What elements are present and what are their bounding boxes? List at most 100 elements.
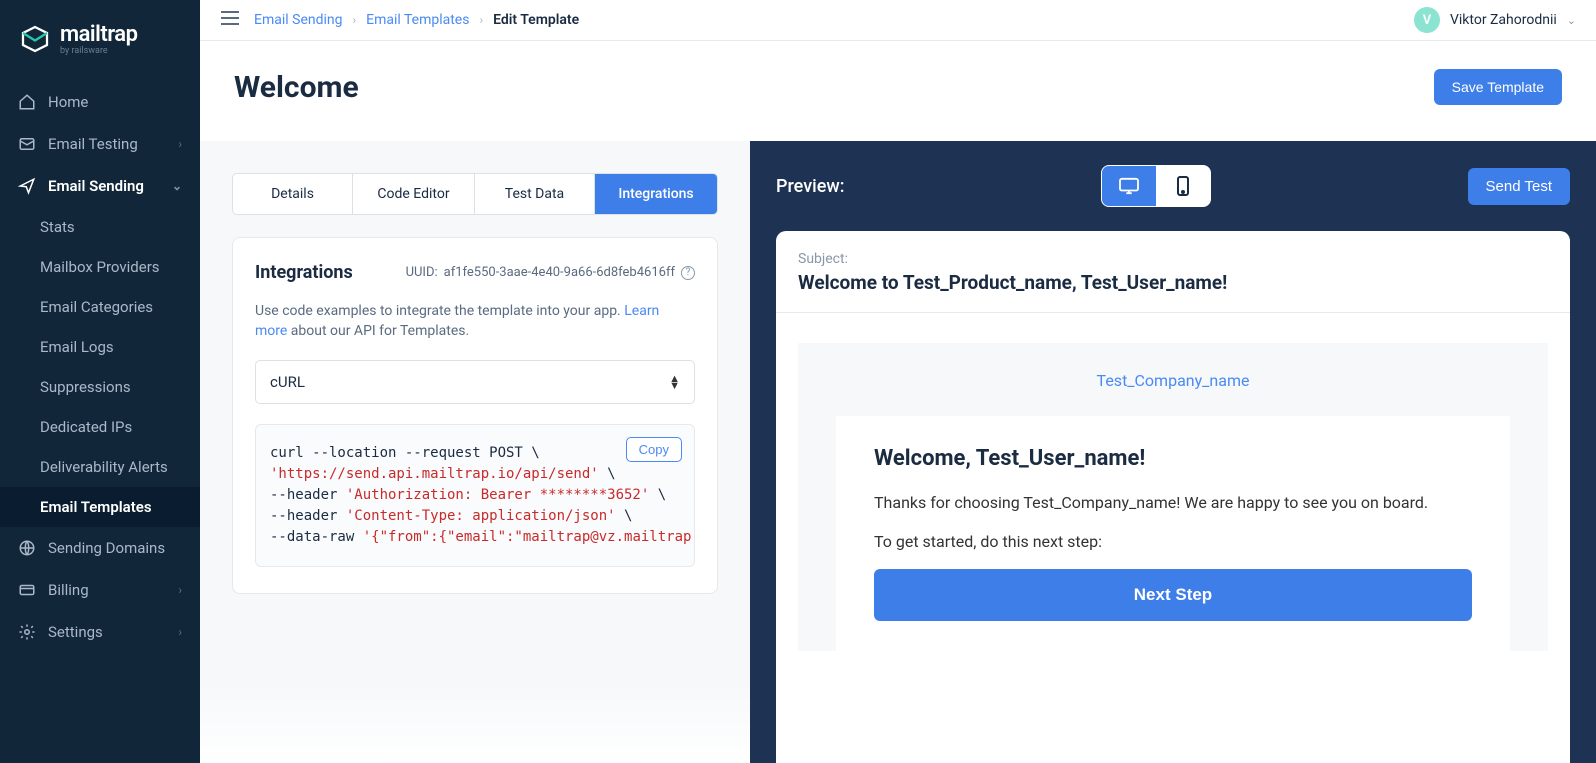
breadcrumb-email-templates[interactable]: Email Templates	[366, 12, 469, 28]
nav-sub-suppressions[interactable]: Suppressions	[0, 367, 200, 407]
device-toggle	[1101, 165, 1211, 207]
send-test-button[interactable]: Send Test	[1468, 168, 1570, 205]
chevron-down-icon: ⌄	[1567, 14, 1576, 27]
gear-icon	[18, 623, 36, 641]
save-template-button[interactable]: Save Template	[1434, 69, 1562, 105]
email-company-name: Test_Company_name	[798, 371, 1548, 416]
nav-sub-email-logs[interactable]: Email Logs	[0, 327, 200, 367]
nav-email-testing[interactable]: Email Testing ›	[0, 123, 200, 165]
chevron-right-icon: ›	[178, 137, 182, 151]
select-arrows-icon: ▲▼	[669, 375, 680, 389]
nav-sub-email-categories[interactable]: Email Categories	[0, 287, 200, 327]
chevron-right-icon: ›	[178, 583, 182, 597]
uuid-value: af1fe550-3aae-4e40-9a66-6d8feb4616ff	[444, 265, 675, 280]
menu-toggle-icon[interactable]	[220, 10, 240, 30]
nav-billing[interactable]: Billing ›	[0, 569, 200, 611]
user-name: Viktor Zahorodnii	[1450, 12, 1557, 28]
uuid-label: UUID:	[406, 265, 438, 280]
integrations-heading: Integrations	[255, 262, 353, 283]
code-line: --header	[270, 487, 346, 503]
globe-icon	[18, 539, 36, 557]
nav-sub-stats[interactable]: Stats	[0, 207, 200, 247]
breadcrumbs: Email Sending › Email Templates › Edit T…	[254, 12, 579, 28]
editor-pane: Details Code Editor Test Data Integratio…	[200, 141, 750, 763]
integrations-description: Use code examples to integrate the templ…	[255, 301, 695, 342]
page-title: Welcome	[234, 70, 359, 105]
nav-sub-dedicated-ips[interactable]: Dedicated IPs	[0, 407, 200, 447]
code-string: 'https://send.api.mailtrap.io/api/send'	[270, 466, 599, 482]
email-body: Test_Company_name Welcome, Test_User_nam…	[776, 313, 1570, 651]
nav-email-testing-label: Email Testing	[48, 135, 138, 153]
code-line: --data-raw	[270, 529, 363, 545]
sidebar: mailtrap by railsware Home Email Testing…	[0, 0, 200, 763]
code-line: \	[599, 466, 616, 482]
nav-home[interactable]: Home	[0, 81, 200, 123]
code-line: \	[616, 508, 633, 524]
chevron-down-icon: ⌄	[172, 179, 182, 193]
nav-sub-deliverability-alerts[interactable]: Deliverability Alerts	[0, 447, 200, 487]
integrations-card: Integrations UUID: af1fe550-3aae-4e40-9a…	[232, 237, 718, 594]
code-example[interactable]: Copy curl --location --request POST \ 'ht…	[255, 424, 695, 567]
brand-logo[interactable]: mailtrap by railsware	[0, 0, 200, 81]
code-line: curl --location --request POST \	[270, 445, 540, 461]
nav-settings-label: Settings	[48, 623, 103, 641]
nav-email-sending[interactable]: Email Sending ⌄	[0, 165, 200, 207]
select-value: cURL	[270, 373, 305, 391]
email-paragraph: Thanks for choosing Test_Company_name! W…	[874, 491, 1472, 516]
breadcrumb-current: Edit Template	[493, 12, 579, 28]
user-menu[interactable]: V Viktor Zahorodnii ⌄	[1414, 7, 1576, 33]
nav-sub-email-templates[interactable]: Email Templates	[0, 487, 200, 527]
nav-home-label: Home	[48, 93, 88, 111]
mailtrap-logo-icon	[20, 24, 50, 54]
email-inner: Test_Company_name Welcome, Test_User_nam…	[798, 343, 1548, 651]
breadcrumb-sep: ›	[479, 13, 483, 27]
avatar: V	[1414, 7, 1440, 33]
tabs: Details Code Editor Test Data Integratio…	[232, 173, 718, 215]
sidebar-nav: Home Email Testing › Email Sending ⌄ Sta…	[0, 81, 200, 763]
subject-text: Welcome to Test_Product_name, Test_User_…	[798, 271, 1227, 294]
tab-code-editor[interactable]: Code Editor	[353, 174, 475, 214]
nav-sending-domains[interactable]: Sending Domains	[0, 527, 200, 569]
email-heading: Welcome, Test_User_name!	[874, 446, 1472, 471]
desc-part2: about our API for Templates.	[287, 323, 469, 339]
breadcrumb-email-sending[interactable]: Email Sending	[254, 12, 343, 28]
send-icon	[18, 177, 36, 195]
code-line: --header	[270, 508, 346, 524]
main: Email Sending › Email Templates › Edit T…	[200, 0, 1596, 763]
language-select[interactable]: cURL ▲▼	[255, 360, 695, 404]
email-paragraph: To get started, do this next step:	[874, 530, 1472, 555]
nav-billing-label: Billing	[48, 581, 89, 599]
nav-sub-mailbox-providers[interactable]: Mailbox Providers	[0, 247, 200, 287]
chevron-right-icon: ›	[178, 625, 182, 639]
desktop-view-button[interactable]	[1102, 166, 1156, 206]
nav-email-sending-label: Email Sending	[48, 177, 144, 195]
fade-overlay	[200, 683, 750, 763]
nav-sending-domains-label: Sending Domains	[48, 539, 165, 557]
code-string: 'Content-Type: application/json'	[346, 508, 616, 524]
code-string: 'Authorization: Bearer ********3652'	[346, 487, 649, 503]
help-icon[interactable]: ?	[681, 266, 695, 280]
preview-frame: Subject: Welcome to Test_Product_name, T…	[776, 231, 1570, 763]
preview-label: Preview:	[776, 176, 844, 197]
subject-label: Subject:	[798, 251, 1548, 267]
preview-pane: Preview: Send Test Subject: Welc	[750, 141, 1596, 763]
desc-part1: Use code examples to integrate the templ…	[255, 303, 624, 319]
card-icon	[18, 581, 36, 599]
subject-row: Subject: Welcome to Test_Product_name, T…	[776, 231, 1570, 313]
breadcrumb-sep: ›	[353, 13, 357, 27]
code-string: '{"from":{"email":"mailtrap@vz.mailtrap	[363, 529, 692, 545]
preview-toolbar: Preview: Send Test	[776, 165, 1570, 207]
tab-details[interactable]: Details	[233, 174, 353, 214]
home-icon	[18, 93, 36, 111]
uuid-row: UUID: af1fe550-3aae-4e40-9a66-6d8feb4616…	[406, 265, 695, 280]
nav-settings[interactable]: Settings ›	[0, 611, 200, 653]
brand-name: mailtrap	[60, 22, 137, 47]
mobile-view-button[interactable]	[1156, 166, 1210, 206]
tab-integrations[interactable]: Integrations	[595, 174, 717, 214]
email-cta-button[interactable]: Next Step	[874, 569, 1472, 621]
brand-tagline: by railsware	[60, 46, 137, 56]
copy-button[interactable]: Copy	[626, 437, 682, 462]
topbar: Email Sending › Email Templates › Edit T…	[200, 0, 1596, 41]
page-header: Welcome Save Template	[200, 41, 1596, 141]
tab-test-data[interactable]: Test Data	[475, 174, 595, 214]
